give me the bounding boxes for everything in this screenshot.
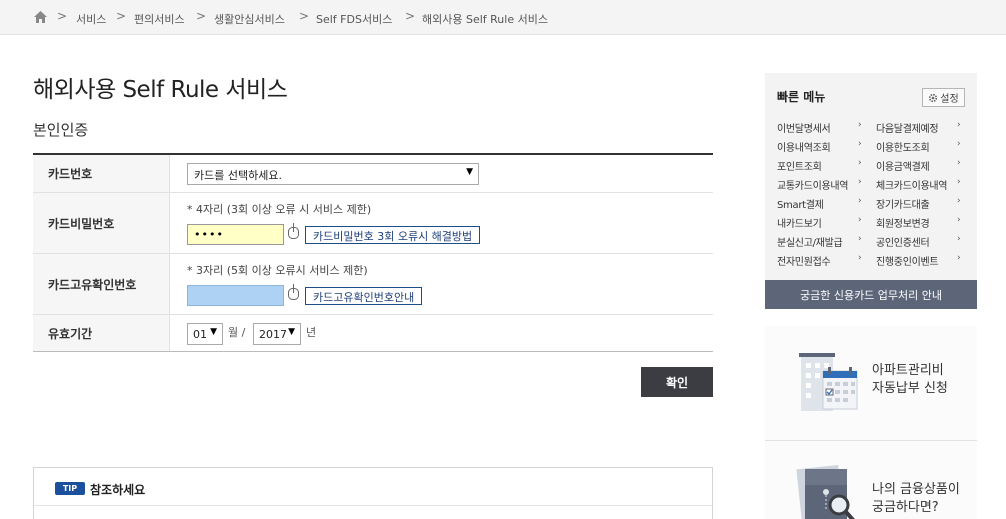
quick-item[interactable]: 체크카드이용내역 [876, 177, 948, 192]
divider [34, 505, 712, 506]
quick-item[interactable]: 내카드보기 [777, 215, 822, 230]
quick-item[interactable]: 교통카드이용내역 [777, 177, 849, 192]
chevron-right-icon: › [858, 234, 862, 244]
quick-item[interactable]: 이용한도조회 [876, 139, 930, 154]
chevron-right-icon: › [858, 196, 862, 206]
apartment-calendar-icon [799, 353, 858, 411]
settings-button[interactable]: 설정 [922, 88, 965, 107]
quick-item[interactable]: Smart결제 [777, 196, 824, 211]
virtual-keyboard-icon[interactable] [287, 223, 300, 239]
card-number-label: 카드번호 [33, 155, 170, 192]
chevron-right-icon: › [957, 139, 961, 149]
expiry-year-select[interactable]: 2017 ▼ [253, 323, 301, 345]
chevron-right-icon: › [957, 120, 961, 130]
quick-item[interactable]: 이용내역조회 [777, 139, 831, 154]
chevron-right-icon: › [957, 234, 961, 244]
dropdown-arrow-icon: ▼ [210, 327, 217, 337]
card-cvc-label: 카드고유확인번호 [33, 254, 170, 314]
banner-text: 아파트관리비 자동납부 신청 [872, 362, 948, 398]
quick-item[interactable]: 장기카드대출 [876, 196, 930, 211]
credit-card-guide-link[interactable]: 궁금한 신용카드 업무처리 안내 [765, 280, 977, 309]
chevron-right-icon: › [858, 139, 862, 149]
apartment-autopay-banner[interactable]: 아파트관리비 자동납부 신청 [765, 326, 977, 441]
expiry-row: 유효기간 01 ▼ 월 / 2017 ▼ 년 [33, 315, 713, 351]
breadcrumb-item[interactable]: Self FDS서비스 [316, 11, 392, 27]
dropdown-arrow-icon: ▼ [466, 167, 473, 177]
banner-text: 나의 금융상품이 궁금하다면? [872, 481, 960, 517]
quick-item[interactable]: 다음달결제예정 [876, 120, 939, 135]
quick-menu-title: 빠른 메뉴 [777, 90, 826, 104]
card-password-input[interactable]: •••• [187, 224, 284, 245]
chevron-right-icon: › [957, 215, 961, 225]
card-cvc-note: * 3자리 (5회 이상 오류시 서비스 제한) [187, 264, 368, 277]
chevron-right-icon: › [957, 196, 961, 206]
card-cvc-row: 카드고유확인번호 * 3자리 (5회 이상 오류시 서비스 제한) 카드고유확인… [33, 254, 713, 315]
section-title: 본인인증 [33, 121, 89, 139]
quick-item[interactable]: 회원정보변경 [876, 215, 930, 230]
financial-product-banner[interactable]: 나의 금융상품이 궁금하다면? [765, 441, 977, 519]
quick-item[interactable]: 분실신고/재발급 [777, 234, 843, 249]
chevron-right-icon: > [57, 9, 68, 23]
breadcrumb-item[interactable]: 서비스 [76, 11, 106, 27]
expiry-year-value: 2017 [259, 328, 287, 341]
quick-item[interactable]: 전자민원접수 [777, 253, 831, 268]
document-search-icon [796, 464, 855, 519]
banner-line: 아파트관리비 [872, 363, 944, 378]
chevron-right-icon: > [405, 9, 416, 23]
month-unit: 월 / [228, 326, 246, 339]
cvc-guide-link[interactable]: 카드고유확인번호안내 [305, 287, 423, 305]
chevron-right-icon: > [116, 9, 127, 23]
card-select-value: 카드를 선택하세요. [194, 169, 282, 182]
card-number-row: 카드번호 카드를 선택하세요. ▼ [33, 155, 713, 193]
card-password-note: * 4자리 (3회 이상 오류 시 서비스 제한) [187, 203, 372, 216]
banner-line: 궁금하다면? [872, 500, 939, 515]
chevron-right-icon: › [858, 253, 862, 263]
breadcrumb-current: 해외사용 Self Rule 서비스 [422, 13, 548, 26]
breadcrumb-item[interactable]: 생활안심서비스 [214, 11, 285, 27]
chevron-right-icon: › [957, 158, 961, 168]
virtual-keyboard-icon[interactable] [287, 284, 300, 300]
quick-menu: 빠른 메뉴 설정 이번달명세서 이용내역조회 포인트조회 교통카드이용내역 Sm… [765, 73, 977, 309]
chevron-right-icon: › [858, 158, 862, 168]
settings-label: 설정 [940, 94, 959, 105]
breadcrumb-item[interactable]: 편의서비스 [134, 11, 185, 27]
password-error-help-link[interactable]: 카드비밀번호 3회 오류시 해결방법 [305, 226, 481, 244]
chevron-right-icon: > [196, 9, 207, 23]
chevron-right-icon: › [858, 177, 862, 187]
auth-form: 카드번호 카드를 선택하세요. ▼ 카드비밀번호 * 4자리 (3회 이상 오류… [33, 153, 713, 352]
home-icon[interactable] [34, 11, 47, 23]
expiry-month-value: 01 [193, 328, 207, 341]
gear-icon [929, 93, 938, 102]
tip-title: 참조하세요 [90, 483, 146, 497]
banner-line: 나의 금융상품이 [872, 482, 960, 497]
card-password-row: 카드비밀번호 * 4자리 (3회 이상 오류 시 서비스 제한) •••• 카드… [33, 193, 713, 254]
quick-item[interactable]: 이용금액결제 [876, 158, 930, 173]
quick-item[interactable]: 포인트조회 [777, 158, 822, 173]
card-select[interactable]: 카드를 선택하세요. ▼ [187, 163, 479, 185]
banner-line: 자동납부 신청 [872, 381, 948, 396]
confirm-button[interactable]: 확인 [641, 367, 713, 397]
quick-item[interactable]: 공인인증센터 [876, 234, 930, 249]
expiry-label: 유효기간 [33, 315, 170, 351]
chevron-right-icon: › [957, 177, 961, 187]
chevron-right-icon: › [858, 120, 862, 130]
page-title: 해외사용 Self Rule 서비스 [33, 77, 288, 103]
card-password-label: 카드비밀번호 [33, 193, 170, 253]
tip-box: TIP 참조하세요 [33, 467, 713, 519]
breadcrumb: > 서비스 > 편의서비스 > 생활안심서비스 > Self FDS서비스 > … [0, 0, 1006, 35]
year-unit: 년 [306, 326, 317, 339]
card-cvc-input[interactable] [187, 285, 284, 306]
chevron-right-icon: › [858, 215, 862, 225]
expiry-month-select[interactable]: 01 ▼ [187, 323, 223, 345]
chevron-right-icon: › [957, 253, 961, 263]
chevron-right-icon: > [299, 9, 310, 23]
tip-badge: TIP [55, 482, 85, 495]
quick-item[interactable]: 진행중인이벤트 [876, 253, 939, 268]
dropdown-arrow-icon: ▼ [288, 327, 295, 337]
quick-item[interactable]: 이번달명세서 [777, 120, 831, 135]
